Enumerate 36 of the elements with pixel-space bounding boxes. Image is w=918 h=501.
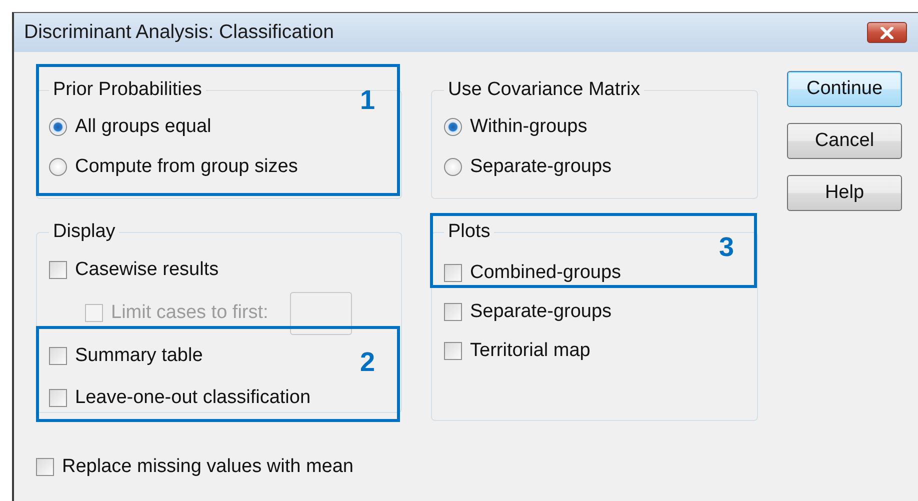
- checkbox[interactable]: [444, 302, 462, 320]
- dialog-button[interactable]: Cancel: [787, 123, 902, 159]
- checkbox-label[interactable]: Combined-groups: [444, 253, 622, 292]
- group-title: Use Covariance Matrix: [447, 79, 642, 101]
- checkbox-label[interactable]: Replace missing values with mean: [36, 446, 354, 488]
- radio-label[interactable]: Within-groups: [444, 107, 588, 147]
- close-icon: [880, 26, 894, 38]
- radio-button[interactable]: [444, 118, 462, 136]
- radio-label[interactable]: All groups equal: [49, 107, 212, 147]
- checkbox-label[interactable]: Separate-groups: [444, 292, 612, 331]
- dialog-button[interactable]: Continue: [787, 71, 902, 107]
- radio-button[interactable]: [49, 118, 67, 136]
- checkbox-label[interactable]: Casewise results: [49, 249, 219, 291]
- radio-button[interactable]: [49, 158, 67, 176]
- group-title: Prior Probabilities: [52, 79, 203, 101]
- window-title: Discriminant Analysis: Classification: [24, 21, 335, 44]
- checkbox[interactable]: [49, 389, 67, 407]
- radio-label[interactable]: Separate-groups: [444, 147, 612, 187]
- checkbox[interactable]: [444, 342, 462, 360]
- callout-number: 1: [360, 87, 375, 114]
- checkbox-label[interactable]: Leave-one-out classification: [49, 377, 311, 419]
- checkbox[interactable]: [49, 261, 67, 279]
- input-field[interactable]: [290, 292, 352, 334]
- close-button[interactable]: [867, 22, 907, 43]
- callout-number: 3: [718, 234, 734, 261]
- dialog-button[interactable]: Help: [787, 175, 902, 211]
- group-title: Display: [52, 221, 116, 243]
- checkbox[interactable]: [444, 264, 462, 282]
- callout-number: 2: [360, 349, 375, 376]
- checkbox[interactable]: [49, 347, 67, 365]
- checkbox-label[interactable]: Summary table: [49, 335, 203, 377]
- checkbox[interactable]: [36, 458, 54, 476]
- radio-label[interactable]: Compute from group sizes: [49, 147, 298, 187]
- group-title: Plots: [447, 221, 492, 243]
- radio-button[interactable]: [444, 158, 462, 176]
- checkbox-label[interactable]: Territorial map: [444, 331, 590, 370]
